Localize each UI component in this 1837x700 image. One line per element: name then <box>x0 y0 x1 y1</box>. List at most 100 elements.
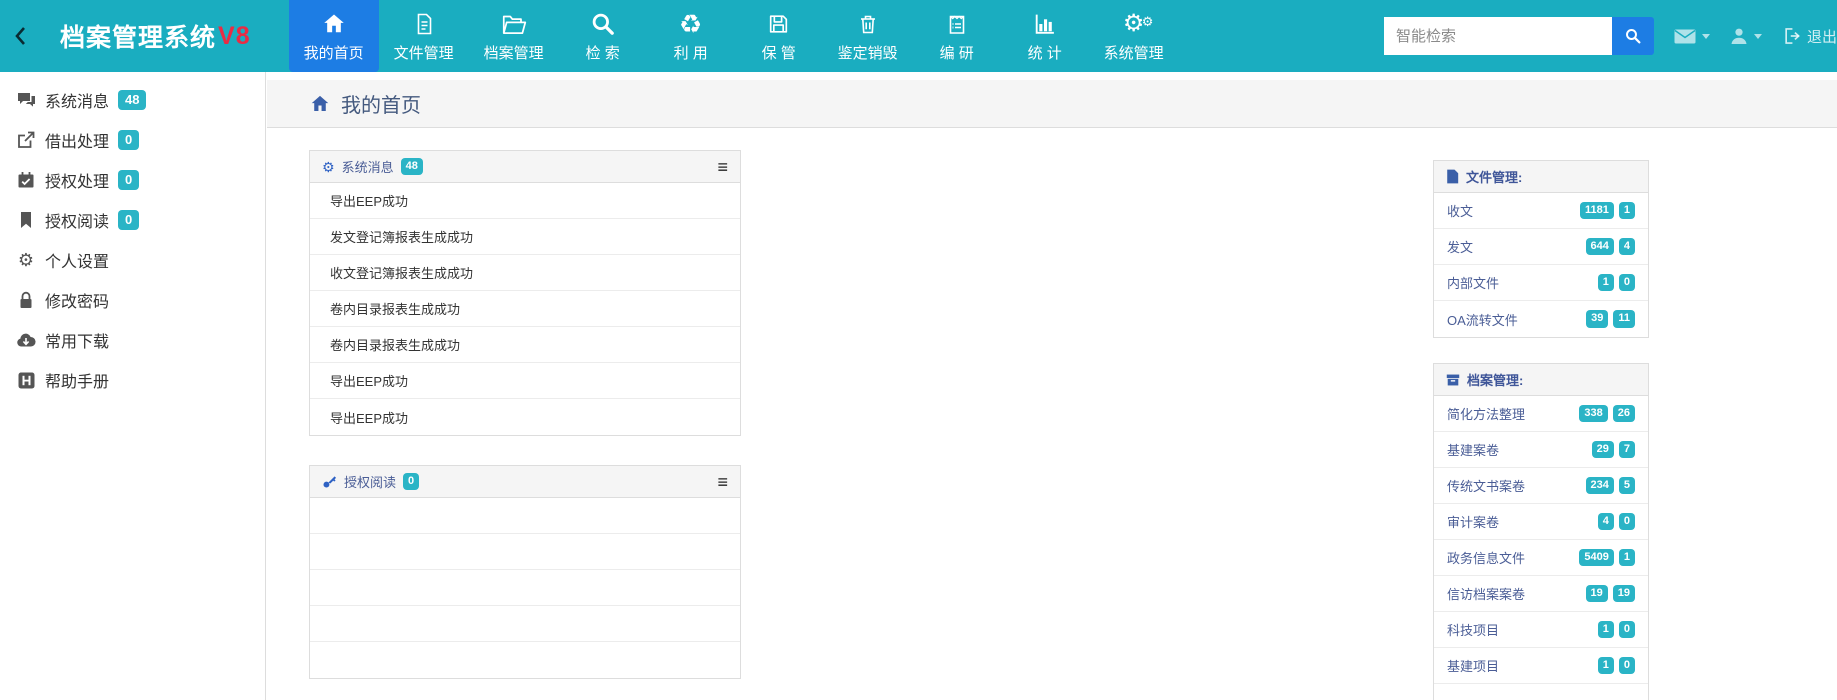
count-badge: 5 <box>1619 477 1635 494</box>
h-square-icon <box>16 372 36 389</box>
page-title: 我的首页 <box>341 89 421 118</box>
count-badge: 0 <box>1619 621 1635 638</box>
nav-item-label: 档案管理 <box>484 42 544 63</box>
count-badge: 0 <box>1619 513 1635 530</box>
empty-row <box>310 498 740 534</box>
nav-item-statistics[interactable]: 统 计 <box>1001 0 1089 72</box>
folder-open-icon <box>500 9 528 37</box>
bookmark-icon <box>16 211 36 229</box>
stat-row: OA流转文件 39 11 <box>1434 301 1648 337</box>
panel-menu-button[interactable]: ≡ <box>717 158 728 176</box>
empty-row <box>310 534 740 570</box>
nav-item-search[interactable]: 检 索 <box>559 0 647 72</box>
empty-row <box>310 606 740 642</box>
count-badge: 1 <box>1598 621 1614 638</box>
count-badge: 4 <box>1598 513 1614 530</box>
count-badge: 7 <box>1619 441 1635 458</box>
key-icon <box>322 474 337 489</box>
mail-menu[interactable] <box>1674 29 1710 44</box>
stat-row: 科技项目 10 <box>1434 612 1648 648</box>
nav-item-archive-management[interactable]: 档案管理 <box>469 0 559 72</box>
count-badge: 5409 <box>1579 549 1613 566</box>
message-row: 发文登记簿报表生成成功 <box>310 219 740 255</box>
stat-row: 政务信息文件 54091 <box>1434 540 1648 576</box>
nav-item-appraisal-destroy[interactable]: 鉴定销毁 <box>823 0 913 72</box>
nav-item-compilation[interactable]: 编 研 <box>913 0 1001 72</box>
count-badge: 234 <box>1586 477 1614 494</box>
smart-search <box>1384 17 1654 55</box>
count-badge: 1181 <box>1580 202 1614 219</box>
sidebar-item-change-password[interactable]: 修改密码 <box>0 280 265 320</box>
stat-row: 发文 6444 <box>1434 229 1648 265</box>
stat-link[interactable]: 审计案卷 <box>1447 512 1499 531</box>
sidebar-item-help-manual[interactable]: 帮助手册 <box>0 360 265 400</box>
count-badge: 19 <box>1586 585 1608 602</box>
sidebar-item-label: 常用下载 <box>45 328 109 352</box>
calendar-check-icon <box>16 171 36 189</box>
message-row: 收文登记簿报表生成成功 <box>310 255 740 291</box>
panel-header: 档案管理: <box>1434 364 1648 396</box>
stat-link[interactable]: 收文 <box>1447 201 1473 220</box>
file-management-panel: 文件管理: 收文 11811 发文 6444 内部文件 10 OA流转文件 39… <box>1433 160 1649 338</box>
stat-row: 收文 1181 1 <box>1434 193 1648 229</box>
stat-link[interactable]: 基建案卷 <box>1447 440 1499 459</box>
main-content: 我的首页 ⚙ 系统消息 48 ≡ 导出EEP成功 发文登记簿报表生成成功 收文登… <box>267 72 1837 700</box>
count-badge: 39 <box>1586 310 1608 327</box>
save-icon <box>766 9 791 37</box>
nav-item-system-management[interactable]: ⚙⚙ 系统管理 <box>1089 0 1179 72</box>
recycle-icon: ♻ <box>679 9 702 37</box>
nav-item-label: 利 用 <box>674 42 708 63</box>
stat-link[interactable]: 简化方法整理 <box>1447 404 1525 423</box>
stat-link[interactable]: 政务信息文件 <box>1447 548 1525 567</box>
sidebar-item-system-messages[interactable]: 系统消息 48 <box>0 80 265 120</box>
system-messages-panel: ⚙ 系统消息 48 ≡ 导出EEP成功 发文登记簿报表生成成功 收文登记簿报表生… <box>309 150 741 436</box>
stat-link[interactable]: 科技项目 <box>1447 620 1499 639</box>
stat-link[interactable]: 基建项目 <box>1447 656 1499 675</box>
page-header: 我的首页 <box>267 80 1837 128</box>
stat-row: 传统文书案卷 234 5 <box>1434 468 1648 504</box>
message-row: 导出EEP成功 <box>310 363 740 399</box>
nav-item-file-management[interactable]: 文件管理 <box>379 0 469 72</box>
sidebar-item-common-downloads[interactable]: 常用下载 <box>0 320 265 360</box>
collapse-sidebar-button[interactable] <box>0 0 42 72</box>
archive-box-icon <box>1446 373 1460 387</box>
logout-button[interactable]: 退出 <box>1782 26 1837 47</box>
panel-title: 档案管理: <box>1467 370 1523 389</box>
stat-link[interactable]: 内部文件 <box>1447 273 1499 292</box>
count-badge: 48 <box>401 158 423 175</box>
clipboard-icon <box>945 9 969 37</box>
sidebar-item-personal-settings[interactable]: ⚙ 个人设置 <box>0 240 265 280</box>
lock-icon <box>16 291 36 309</box>
smart-search-input[interactable] <box>1384 17 1612 55</box>
gear-icon: ⚙ <box>322 160 335 174</box>
panel-title: 文件管理: <box>1466 167 1522 186</box>
document-icon <box>412 9 436 37</box>
count-badge: 11 <box>1613 310 1635 327</box>
top-navbar: 档案管理系统 V8 我的首页 文件管理 档案管理 <box>0 0 1837 72</box>
nav-item-storage[interactable]: 保 管 <box>735 0 823 72</box>
user-menu[interactable] <box>1730 27 1762 45</box>
nav-item-utilize[interactable]: ♻ 利 用 <box>647 0 735 72</box>
count-badge: 338 <box>1579 405 1607 422</box>
nav-item-home[interactable]: 我的首页 <box>289 0 379 72</box>
nav-item-label: 统 计 <box>1028 42 1062 63</box>
panel-menu-button[interactable]: ≡ <box>717 473 728 491</box>
panel-title: 授权阅读 <box>344 472 396 491</box>
stat-link[interactable]: OA流转文件 <box>1447 310 1518 329</box>
stat-link[interactable]: 发文 <box>1447 237 1473 256</box>
stat-link[interactable]: 传统文书案卷 <box>1447 476 1525 495</box>
app-window: 档案管理系统 V8 我的首页 文件管理 档案管理 <box>0 0 1837 700</box>
search-button[interactable] <box>1612 17 1654 55</box>
sidebar-item-auth-reading[interactable]: 授权阅读 0 <box>0 200 265 240</box>
sidebar-item-label: 修改密码 <box>45 288 109 312</box>
count-badge: 0 <box>118 130 139 150</box>
sidebar-item-label: 授权处理 <box>45 168 109 192</box>
search-icon <box>590 9 616 37</box>
sidebar-item-auth-processing[interactable]: 授权处理 0 <box>0 160 265 200</box>
sidebar-item-lend-processing[interactable]: 借出处理 0 <box>0 120 265 160</box>
count-badge: 4 <box>1619 238 1635 255</box>
message-row: 卷内目录报表生成成功 <box>310 327 740 363</box>
count-badge: 1 <box>1619 202 1635 219</box>
stat-row: 信访档案案卷 1919 <box>1434 576 1648 612</box>
stat-link[interactable]: 信访档案案卷 <box>1447 584 1525 603</box>
